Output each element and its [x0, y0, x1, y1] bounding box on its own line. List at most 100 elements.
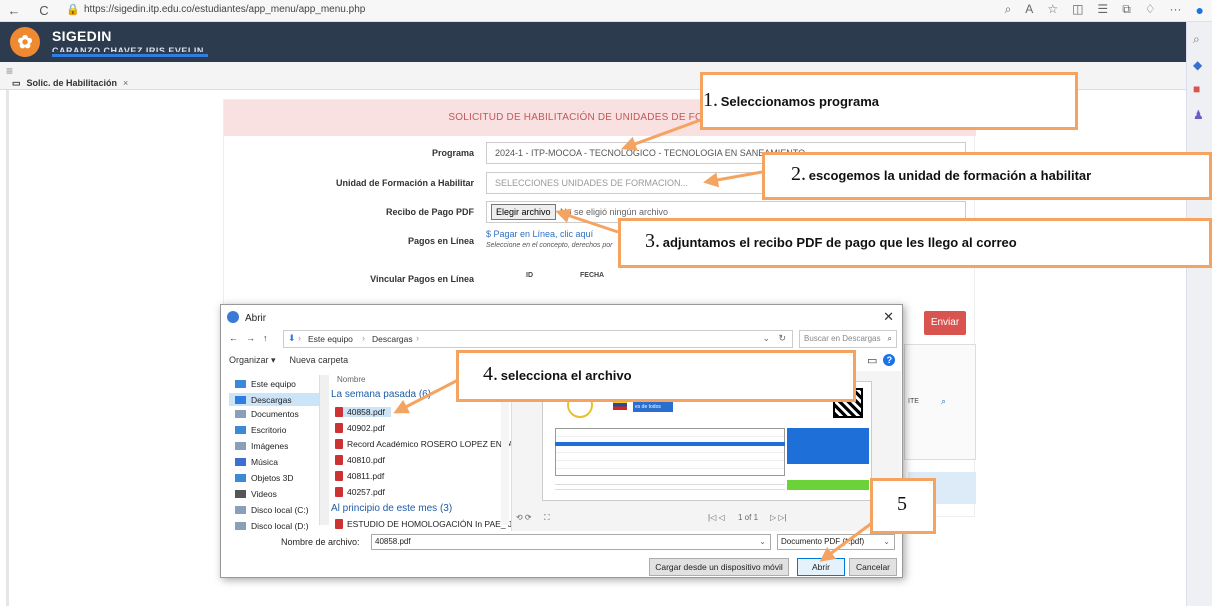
cancel-button[interactable]: Cancelar: [849, 558, 897, 576]
callout-text: adjuntamos el recibo PDF de pago que les…: [662, 235, 1017, 250]
file-item[interactable]: 40810.pdf: [335, 455, 385, 465]
col-fecha: FECHA: [580, 272, 605, 279]
dialog-back-icon[interactable]: ←: [229, 333, 238, 343]
left-scrollbar[interactable]: [6, 90, 9, 606]
breadcrumb[interactable]: ⬇ › Este equipo › Descargas › ⌄ ↻: [283, 330, 793, 348]
more-icon[interactable]: ···: [1170, 2, 1182, 18]
unidad-label: Unidad de Formación a Habilitar: [335, 178, 474, 188]
refresh-icon[interactable]: ↻: [778, 333, 786, 344]
filetype-select[interactable]: Documento PDF (*.pdf) ⌄: [777, 534, 895, 550]
callout-number: 4.: [483, 363, 498, 385]
reload-icon[interactable]: C: [36, 3, 52, 19]
pdf-icon: [335, 471, 343, 481]
rotate-icon[interactable]: ⟲ ⟳: [516, 513, 532, 522]
chrome-icon: [227, 311, 239, 323]
search-placeholder: Buscar en Descargas: [804, 334, 881, 343]
load-from-mobile-button[interactable]: Cargar desde un dispositivo móvil: [649, 558, 789, 576]
preview-pane-icon[interactable]: ▭: [867, 354, 877, 367]
favorite-star-icon[interactable]: ☆: [1047, 2, 1058, 18]
dialog-toolbar: Organizar ▾ Nueva carpeta: [229, 355, 348, 366]
chevron-down-icon[interactable]: ⌄: [883, 535, 890, 549]
sidebar-diamond-icon[interactable]: ◆: [1193, 58, 1202, 72]
sidebar-people-icon[interactable]: ♟: [1193, 108, 1204, 122]
sidebar-search-icon[interactable]: ⌕: [1193, 32, 1200, 47]
dialog-up-icon[interactable]: ↑: [263, 333, 268, 343]
pdf-icon: [335, 439, 343, 449]
file-item[interactable]: 40902.pdf: [335, 423, 385, 433]
breadcrumb-dropdown-icon[interactable]: ⌄: [762, 333, 770, 344]
filename-input[interactable]: 40858.pdf ⌄: [371, 534, 771, 550]
pay-online-hint: Seleccione en el concepto, derechos por: [486, 242, 613, 249]
collections-icon[interactable]: ⧉: [1122, 2, 1131, 18]
nav-disco-c[interactable]: Disco local (C:): [235, 505, 309, 515]
chevron-down-icon[interactable]: ⌄: [759, 535, 766, 549]
callout-number: 3.: [645, 230, 660, 252]
nav-imagenes[interactable]: Imágenes: [235, 441, 288, 451]
sidebar-tools-icon[interactable]: ■: [1193, 82, 1200, 96]
file-item[interactable]: 40257.pdf: [335, 487, 385, 497]
nav-objetos-3d[interactable]: Objetos 3D: [235, 473, 294, 483]
pdf-icon: [335, 423, 343, 433]
choose-file-button[interactable]: Elegir archivo: [491, 204, 556, 220]
file-item[interactable]: 40858.pdf: [335, 407, 391, 417]
nav-este-equipo[interactable]: Este equipo: [235, 379, 296, 389]
organize-button[interactable]: Organizar ▾: [229, 355, 276, 366]
callout-4: 4. selecciona el archivo: [456, 350, 856, 402]
nav-descargas[interactable]: Descargas: [229, 393, 321, 406]
enviar-button[interactable]: Enviar: [924, 311, 966, 335]
read-aloud-icon[interactable]: A: [1025, 2, 1033, 18]
open-file-dialog: Abrir ✕ ← → ↑ ⬇ › Este equipo › Descarga…: [220, 304, 903, 578]
crumb-descargas[interactable]: Descargas: [372, 334, 413, 344]
nav-pane-scrollbar[interactable]: [319, 375, 329, 525]
pay-online-link[interactable]: $ Pagar en Línea, clic aquí: [486, 229, 593, 239]
nav-musica[interactable]: Música: [235, 457, 278, 467]
open-button[interactable]: Abrir: [797, 558, 845, 576]
callout-1: 1. Seleccionamos programa: [700, 72, 1078, 130]
dialog-forward-icon[interactable]: →: [246, 333, 255, 343]
new-folder-button[interactable]: Nueva carpeta: [290, 355, 349, 366]
programa-label: Programa: [431, 148, 474, 158]
callout-number: 5: [897, 493, 907, 515]
next-page-icon[interactable]: ▷ ▷|: [770, 513, 787, 522]
app-title: SIGEDIN: [52, 28, 112, 44]
search-icon: ⌕: [887, 334, 892, 343]
callout-text: Seleccionamos programa: [720, 94, 879, 109]
pagos-label: Pagos en Línea: [407, 236, 474, 246]
nav-videos[interactable]: Videos: [235, 489, 277, 499]
file-item[interactable]: 40811.pdf: [335, 471, 384, 481]
group-last-week[interactable]: La semana pasada (6): [331, 389, 431, 400]
table-search-icon[interactable]: ⌕: [941, 396, 946, 407]
screen: ← C 🔒 https://sigedin.itp.edu.co/estudia…: [0, 0, 1212, 606]
nav-label: Disco local (D:): [251, 521, 309, 531]
tab-solic-habilitacion[interactable]: ▭ Solic. de Habilitación ×: [12, 76, 128, 90]
pdf-icon: [335, 519, 343, 529]
dialog-search-input[interactable]: Buscar en Descargas ⌕: [799, 330, 897, 348]
tab-close-icon[interactable]: ×: [123, 78, 128, 88]
filename-value: 40858.pdf: [375, 537, 411, 546]
nav-documentos[interactable]: Documentos: [235, 409, 299, 419]
copilot-icon[interactable]: ●: [1196, 2, 1204, 18]
search-icon[interactable]: ⌕: [1005, 2, 1012, 18]
fit-icon[interactable]: ⛶: [544, 513, 550, 523]
address-bar[interactable]: https://sigedin.itp.edu.co/estudiantes/a…: [84, 4, 365, 15]
favorites-list-icon[interactable]: ☰: [1097, 2, 1108, 18]
user-name: CARANZO CHAVEZ IRIS EVELIN: [52, 46, 204, 52]
tab-label: Solic. de Habilitación: [26, 78, 118, 88]
dialog-close-icon[interactable]: ✕: [883, 309, 894, 325]
back-arrow-icon[interactable]: ←: [6, 3, 22, 19]
extensions-icon[interactable]: ♢: [1145, 2, 1156, 18]
first-page-icon[interactable]: |◁ ◁: [708, 513, 725, 522]
pdf-icon: [335, 455, 343, 465]
split-screen-icon[interactable]: ◫: [1072, 2, 1083, 18]
view-controls: ▭ ?: [867, 354, 896, 367]
group-this-month[interactable]: Al principio de este mes (3): [331, 503, 452, 514]
dialog-title: Abrir: [245, 313, 267, 324]
file-name: 40810.pdf: [347, 455, 385, 465]
drive-icon: [235, 522, 246, 530]
file-status: No se eligió ningún archivo: [560, 207, 669, 217]
help-icon[interactable]: ?: [883, 354, 896, 366]
nav-disco-d[interactable]: Disco local (D:): [235, 521, 309, 531]
nav-escritorio[interactable]: Escritorio: [235, 425, 286, 435]
crumb-este-equipo[interactable]: Este equipo: [308, 334, 353, 344]
col-nombre[interactable]: Nombre: [337, 375, 365, 384]
